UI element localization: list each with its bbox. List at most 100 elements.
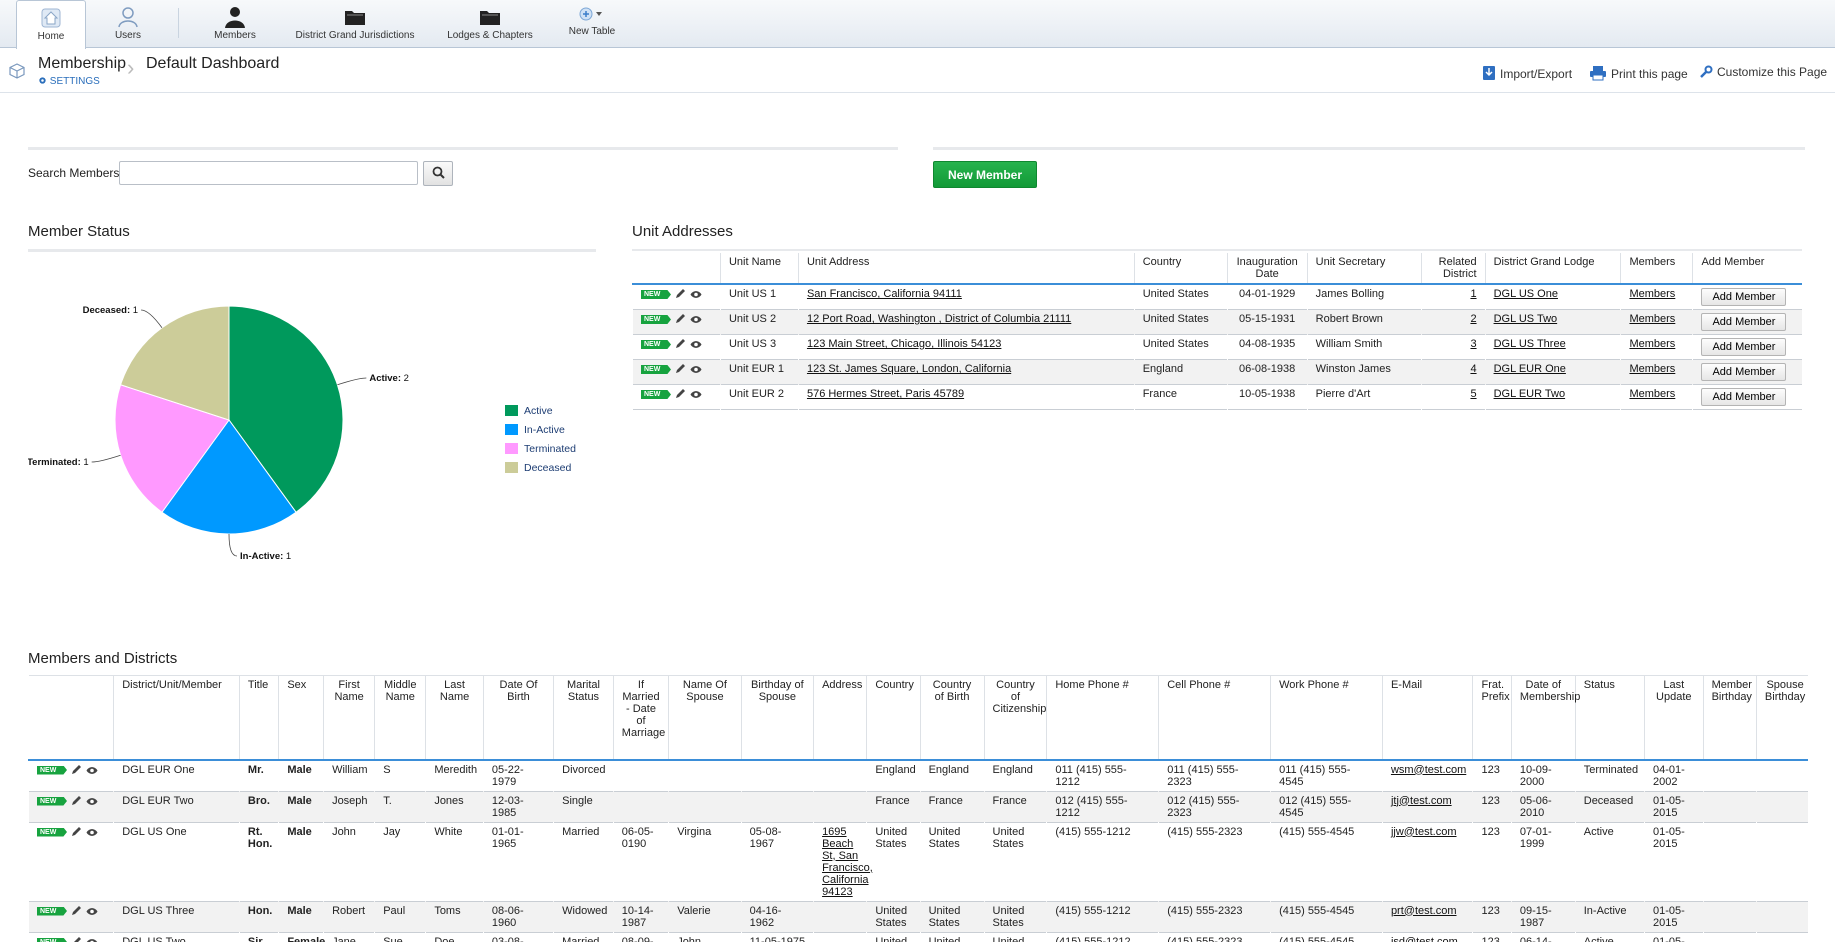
edit-pencil-icon[interactable] xyxy=(71,764,82,778)
column-header[interactable]: Country of Birth xyxy=(919,675,985,760)
new-member-button[interactable]: New Member xyxy=(933,161,1037,188)
column-header[interactable]: Inauguration Date xyxy=(1226,253,1308,284)
column-header[interactable]: Unit Address xyxy=(797,253,1135,284)
view-eye-icon[interactable] xyxy=(86,828,98,840)
column-header[interactable]: Status xyxy=(1574,675,1645,760)
table-row[interactable]: NEW DGL EUR Two Bro. Male Joseph T. Jones 12-03… xyxy=(28,791,1808,822)
column-header[interactable]: Member Birthday xyxy=(1702,675,1757,760)
unit-address-link[interactable]: 12 Port Road, Washington , District of C… xyxy=(807,313,1071,325)
column-header[interactable]: Last Update xyxy=(1643,675,1704,760)
edit-pencil-icon[interactable] xyxy=(675,363,686,377)
legend-item[interactable]: Deceased xyxy=(524,462,571,474)
email-link[interactable]: wsm@test.com xyxy=(1391,764,1466,776)
new-badge[interactable]: NEW xyxy=(37,937,67,942)
edit-pencil-icon[interactable] xyxy=(71,936,82,942)
email-link[interactable]: prt@test.com xyxy=(1391,905,1457,917)
table-row[interactable]: NEW Unit US 2 12 Port Road, Washington , D… xyxy=(632,309,1802,335)
add-member-button[interactable]: Add Member xyxy=(1701,338,1787,356)
district-grand-lodge-link[interactable]: DGL EUR One xyxy=(1494,363,1566,375)
members-link[interactable]: Members xyxy=(1629,363,1675,375)
members-link[interactable]: Members xyxy=(1629,288,1675,300)
table-row[interactable]: NEW Unit US 3 123 Main Street, Chicago, Il… xyxy=(632,335,1802,360)
app-title[interactable]: Membership xyxy=(38,55,126,73)
column-header[interactable]: Name Of Spouse xyxy=(668,675,742,760)
view-eye-icon[interactable] xyxy=(690,315,702,327)
related-district-link[interactable]: 4 xyxy=(1470,363,1476,375)
column-header[interactable]: Address xyxy=(813,675,867,760)
new-badge[interactable]: NEW xyxy=(37,827,67,837)
nav-home[interactable]: Home xyxy=(16,0,86,49)
add-member-button[interactable]: Add Member xyxy=(1701,388,1787,406)
column-header[interactable]: District/Unit/Member xyxy=(113,675,240,760)
new-badge[interactable]: NEW xyxy=(641,315,671,324)
view-eye-icon[interactable] xyxy=(690,390,702,402)
legend-item[interactable]: In-Active xyxy=(524,424,565,436)
column-header[interactable]: Frat. Prefix xyxy=(1472,675,1512,760)
column-header[interactable]: Sex xyxy=(278,675,324,760)
new-badge[interactable]: NEW xyxy=(641,365,671,374)
import-export-link[interactable]: Import/Export xyxy=(1482,65,1572,81)
add-member-button[interactable]: Add Member xyxy=(1701,363,1787,381)
new-badge[interactable]: NEW xyxy=(37,765,67,775)
edit-pencil-icon[interactable] xyxy=(675,313,686,327)
unit-address-link[interactable]: 576 Hermes Street, Paris 45789 xyxy=(807,388,964,400)
column-header[interactable]: Spouse Birthday xyxy=(1755,675,1808,760)
members-link[interactable]: Members xyxy=(1629,313,1675,325)
column-header[interactable]: Members xyxy=(1620,253,1693,284)
edit-pencil-icon[interactable] xyxy=(675,338,686,352)
view-eye-icon[interactable] xyxy=(690,365,702,377)
unit-address-link[interactable]: 123 Main Street, Chicago, Illinois 54123 xyxy=(807,338,1001,350)
table-row[interactable]: NEW DGL EUR One Mr. Male William S Meredith 05-… xyxy=(28,760,1808,791)
print-link[interactable]: Print this page xyxy=(1589,65,1688,81)
new-badge[interactable]: NEW xyxy=(641,340,671,349)
table-row[interactable]: NEW DGL US Two Sir Female Jane Sue Doe 03-08-19… xyxy=(29,932,1809,942)
column-header[interactable]: Country xyxy=(866,675,921,760)
unit-address-link[interactable]: San Francisco, California 94111 xyxy=(807,288,962,300)
column-header[interactable]: Work Phone # xyxy=(1270,675,1383,760)
address-link[interactable]: 1695 Beach St, San Francisco, California… xyxy=(822,826,873,898)
column-header[interactable]: Marital Status xyxy=(553,675,614,760)
related-district-link[interactable]: 2 xyxy=(1470,313,1476,325)
edit-pencil-icon[interactable] xyxy=(71,905,82,919)
edit-pencil-icon[interactable] xyxy=(675,388,686,402)
view-eye-icon[interactable] xyxy=(86,907,98,919)
table-row[interactable]: NEW DGL US One Rt. Hon. Male John Jay White 01-… xyxy=(28,822,1808,901)
customize-link[interactable]: Customize this Page xyxy=(1699,65,1827,79)
add-member-button[interactable]: Add Member xyxy=(1701,288,1787,306)
district-grand-lodge-link[interactable]: DGL US Two xyxy=(1494,313,1558,325)
related-district-link[interactable]: 5 xyxy=(1470,388,1476,400)
column-header[interactable]: E-Mail xyxy=(1381,675,1473,760)
new-badge[interactable]: NEW xyxy=(641,390,671,399)
members-link[interactable]: Members xyxy=(1629,338,1675,350)
column-header[interactable]: Date of Membership xyxy=(1510,675,1580,760)
column-header[interactable]: Add Member xyxy=(1692,253,1802,284)
search-input[interactable] xyxy=(119,161,418,185)
column-header[interactable]: Related District xyxy=(1420,253,1486,284)
column-header[interactable]: Unit Name xyxy=(719,253,799,284)
column-header[interactable]: Country of Citizenship xyxy=(983,675,1047,760)
table-row[interactable]: NEW DGL US Three Hon. Male Robert Paul Toms 08-… xyxy=(28,901,1808,932)
settings-link[interactable]: SETTINGS xyxy=(38,76,100,87)
column-header[interactable]: Unit Secretary xyxy=(1306,253,1422,284)
district-grand-lodge-link[interactable]: DGL EUR Two xyxy=(1494,388,1566,400)
column-header[interactable]: If Married - Date of Marriage xyxy=(612,675,669,760)
view-eye-icon[interactable] xyxy=(690,340,702,352)
related-district-link[interactable]: 3 xyxy=(1470,338,1476,350)
column-header[interactable]: Cell Phone # xyxy=(1158,675,1271,760)
column-header[interactable]: Title xyxy=(238,675,279,760)
nav-lodges-chapters[interactable]: Lodges & Chapters xyxy=(442,0,538,48)
view-eye-icon[interactable] xyxy=(690,290,702,302)
table-row[interactable]: NEW Unit US 1 San Francisco, California 94… xyxy=(632,284,1802,310)
search-button[interactable] xyxy=(423,161,453,186)
column-header[interactable]: Date Of Birth xyxy=(482,675,554,760)
view-eye-icon[interactable] xyxy=(86,766,98,778)
members-link[interactable]: Members xyxy=(1629,388,1675,400)
column-header[interactable]: First Name xyxy=(323,675,375,760)
new-badge[interactable]: NEW xyxy=(37,906,67,916)
table-row[interactable]: NEW Unit EUR 1 123 St. James Square, Londo… xyxy=(632,359,1802,385)
email-link[interactable]: jsd@test.com xyxy=(1391,936,1458,942)
nav-users[interactable]: Users xyxy=(93,0,163,48)
new-badge[interactable]: NEW xyxy=(37,796,67,806)
add-member-button[interactable]: Add Member xyxy=(1701,313,1787,331)
new-badge[interactable]: NEW xyxy=(641,290,671,299)
